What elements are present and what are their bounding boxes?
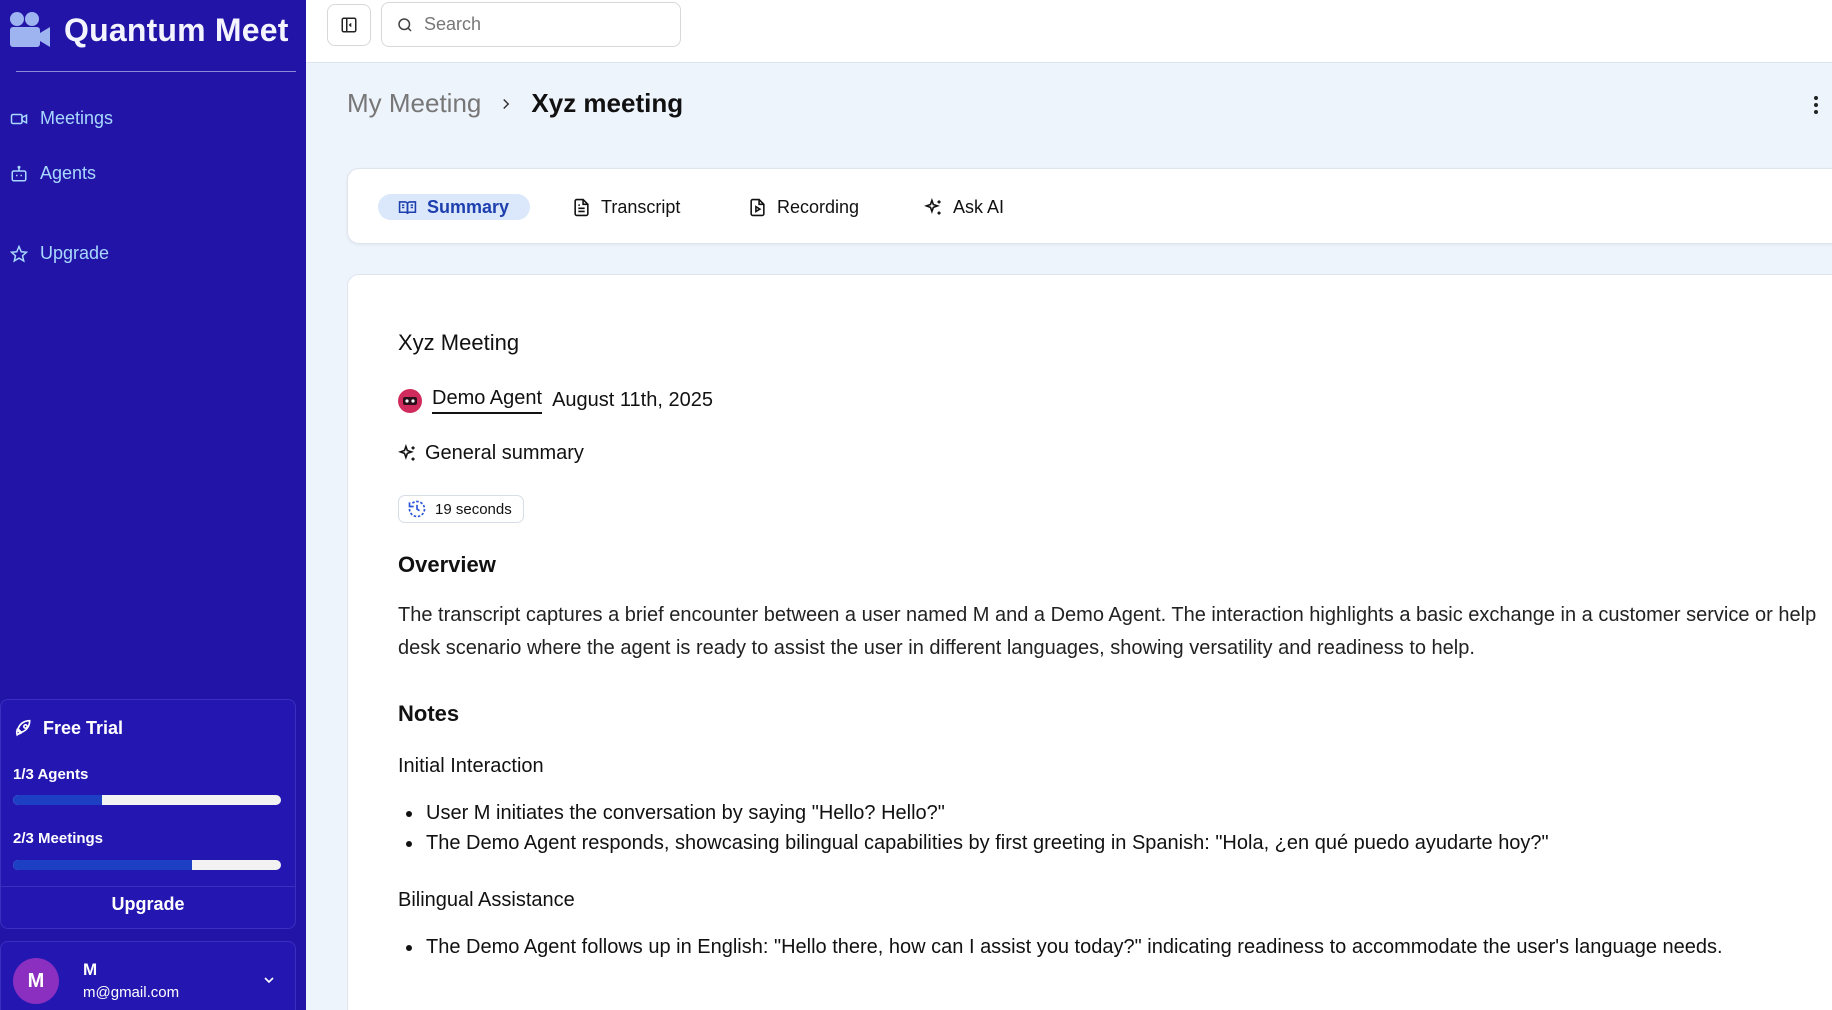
page-title: Xyz meeting (531, 88, 684, 118)
sidebar-toggle-button[interactable] (327, 4, 371, 46)
more-options-icon[interactable] (1806, 94, 1826, 116)
meetings-progress-bar (13, 860, 281, 870)
brand[interactable]: Quantum Meet (8, 10, 289, 50)
notes-section-title: Bilingual Assistance (398, 889, 575, 911)
sidebar-item-label: Agents (40, 163, 97, 183)
search-icon (398, 17, 412, 32)
sidebar-item-label: Upgrade (40, 243, 110, 263)
search-box[interactable] (381, 2, 681, 47)
overview-text: The transcript captures a brief encounte… (398, 604, 1817, 659)
breadcrumb: My Meeting Xyz meeting (347, 88, 683, 119)
free-trial-card: Free Trial 1/3 Agents 2/3 Meetings Upgra… (0, 699, 296, 929)
summary-panel: Xyz Meeting Demo Agent August 11th, 2025… (347, 274, 1832, 1010)
agents-progress-bar (13, 795, 281, 805)
meeting-meta: Demo Agent August 11th, 2025 (398, 387, 713, 414)
video-icon (10, 113, 28, 124)
list-item: The Demo Agent responds, showcasing bili… (424, 828, 1804, 858)
agent-link[interactable]: Demo Agent (432, 387, 543, 414)
notes-section-title: Initial Interaction (398, 755, 544, 777)
panel-left-icon (341, 17, 357, 33)
user-email: m@gmail.com (83, 984, 180, 1001)
tab-label: Summary (427, 196, 510, 217)
tab-bar: Summary Transcript Recording Ask AI (347, 168, 1832, 244)
meeting-title: Xyz Meeting (398, 330, 520, 355)
tab-transcript[interactable]: Transcript (572, 194, 680, 220)
star-icon (10, 244, 28, 263)
meetings-progress-fill (13, 860, 192, 870)
file-text-icon (574, 198, 589, 216)
top-bar (306, 0, 1832, 63)
summary-type-label: General summary (425, 442, 584, 464)
tab-ask-ai[interactable]: Ask AI (924, 194, 1004, 220)
agent-avatar-icon (398, 388, 422, 413)
notes-heading: Notes (398, 701, 460, 726)
duration-badge: 19 seconds (398, 495, 524, 523)
app-name: Quantum Meet (64, 11, 289, 48)
sparkles-icon (398, 444, 415, 461)
meeting-date: August 11th, 2025 (552, 389, 713, 411)
search-input[interactable] (424, 14, 654, 35)
user-menu[interactable]: M M m@gmail.com (0, 941, 296, 1010)
user-name: M (83, 960, 98, 979)
sidebar-item-agents[interactable]: Agents (10, 163, 96, 184)
upgrade-button[interactable]: Upgrade (1, 894, 295, 915)
file-video-icon (750, 198, 765, 216)
trial-header: Free Trial (13, 718, 123, 739)
sidebar-item-label: Meetings (40, 108, 114, 128)
trial-title: Free Trial (43, 718, 124, 738)
tab-label: Transcript (601, 196, 681, 217)
agents-usage-label: 1/3 Agents (13, 766, 89, 783)
list-item: User M initiates the conversation by say… (424, 798, 1804, 828)
sparkles-icon (924, 197, 941, 215)
sidebar: Quantum Meet Meetings Agents Upgrade Fre… (0, 0, 306, 1010)
chevron-down-icon (264, 977, 274, 984)
video-camera-logo-icon (10, 12, 50, 47)
summary-type: General summary (398, 442, 584, 465)
notes-list: The Demo Agent follows up in English: "H… (424, 932, 1824, 962)
chevron-right-icon (503, 98, 510, 109)
bot-icon (11, 165, 27, 181)
clock-icon (408, 500, 426, 518)
avatar: M (13, 958, 59, 1004)
tab-label: Ask AI (953, 196, 1005, 217)
notes-list: User M initiates the conversation by say… (424, 798, 1804, 858)
tab-recording[interactable]: Recording (748, 194, 859, 220)
meetings-usage-label: 2/3 Meetings (13, 830, 104, 847)
tab-summary[interactable]: Summary (378, 194, 530, 220)
breadcrumb-parent-link[interactable]: My Meeting (347, 88, 481, 119)
agents-progress-fill (13, 795, 103, 805)
sidebar-item-meetings[interactable]: Meetings (10, 108, 113, 129)
overview-heading: Overview (398, 552, 496, 577)
divider (1, 886, 295, 887)
sidebar-item-upgrade[interactable]: Upgrade (10, 243, 109, 264)
divider (16, 71, 296, 72)
tab-label: Recording (777, 196, 860, 217)
rocket-icon (15, 719, 31, 736)
book-open-icon (398, 200, 417, 214)
duration-text: 19 seconds (435, 500, 512, 518)
list-item: The Demo Agent follows up in English: "H… (424, 932, 1824, 962)
